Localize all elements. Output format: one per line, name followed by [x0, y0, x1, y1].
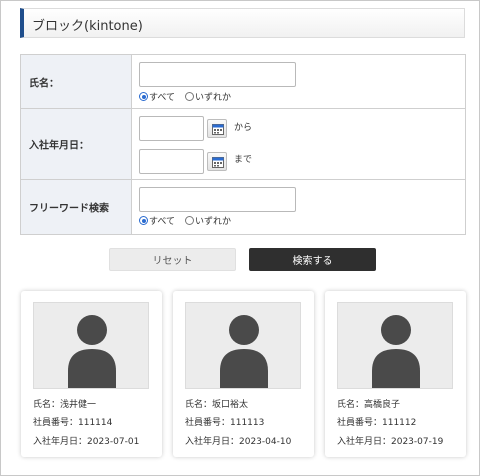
hire-date-to-input[interactable]: [139, 149, 204, 174]
freeword-label: フリーワード検索: [29, 203, 109, 215]
card-employee-no: 社員番号：111114: [33, 418, 113, 428]
freeword-label-cell: フリーワード検索: [21, 180, 132, 234]
hire-date-field-cell: から まで: [133, 109, 465, 179]
radio-unselected-icon[interactable]: [185, 216, 195, 225]
name-radio-all[interactable]: すべて: [139, 90, 175, 103]
freeword-row: フリーワード検索 すべて いずれか: [21, 180, 465, 234]
name-input[interactable]: [139, 62, 296, 87]
radio-unselected-icon[interactable]: [185, 92, 195, 101]
employee-card[interactable]: 氏名：坂口裕太 社員番号：111113 入社年月日：2023-04-10: [173, 291, 314, 457]
card-hire-date: 入社年月日：2023-04-10: [185, 437, 292, 447]
freeword-radio-any-label: いずれか: [195, 217, 232, 227]
card-name: 氏名：浅井健一: [33, 400, 97, 410]
hire-date-label-cell: 入社年月日：: [21, 109, 132, 179]
calendar-icon: [212, 124, 224, 135]
hire-date-from-input[interactable]: [139, 116, 204, 141]
avatar: [185, 302, 301, 389]
app-frame: ブロック(kintone) 氏名： すべて いずれか 入社年月日： から まで …: [0, 0, 480, 476]
page-title: ブロック(kintone): [32, 19, 143, 34]
search-button[interactable]: 検索する: [249, 248, 376, 271]
card-employee-no: 社員番号：111113: [185, 418, 265, 428]
name-radio-all-label: すべて: [149, 93, 176, 103]
hire-date-row: 入社年月日： から まで: [21, 109, 465, 180]
name-match-radio-group: すべて いずれか: [139, 90, 231, 103]
employee-card[interactable]: 氏名：浅井健一 社員番号：111114 入社年月日：2023-07-01: [21, 291, 162, 457]
avatar: [33, 302, 149, 389]
avatar: [337, 302, 453, 389]
block-header: ブロック(kintone): [20, 8, 465, 38]
card-name: 氏名：高橋良子: [337, 400, 401, 410]
hire-date-to-suffix: まで: [234, 155, 253, 165]
hire-date-from-suffix: から: [234, 123, 253, 133]
freeword-radio-all-label: すべて: [149, 217, 176, 227]
search-form: 氏名： すべて いずれか 入社年月日： から まで フリーワード検索 すべて い…: [20, 54, 466, 235]
name-field-cell: すべて いずれか: [133, 55, 465, 108]
hire-date-label: 入社年月日：: [29, 140, 89, 152]
freeword-field-cell: すべて いずれか: [133, 180, 465, 234]
person-placeholder-icon: [220, 315, 268, 388]
card-name: 氏名：坂口裕太: [185, 400, 249, 410]
hire-date-to-calendar-button[interactable]: [207, 152, 227, 171]
freeword-radio-all[interactable]: すべて: [139, 214, 175, 227]
card-hire-date: 入社年月日：2023-07-01: [33, 437, 140, 447]
person-placeholder-icon: [372, 315, 420, 388]
radio-selected-icon[interactable]: [139, 92, 148, 101]
name-radio-any-label: いずれか: [195, 93, 232, 103]
person-placeholder-icon: [68, 315, 116, 388]
card-hire-date: 入社年月日：2023-07-19: [337, 437, 444, 447]
calendar-icon: [212, 157, 224, 168]
reset-button[interactable]: リセット: [109, 248, 236, 271]
freeword-radio-any[interactable]: いずれか: [185, 214, 231, 227]
card-employee-no: 社員番号：111112: [337, 418, 417, 428]
freeword-input[interactable]: [139, 187, 296, 212]
name-row: 氏名： すべて いずれか: [21, 55, 465, 109]
employee-card[interactable]: 氏名：高橋良子 社員番号：111112 入社年月日：2023-07-19: [325, 291, 466, 457]
name-radio-any[interactable]: いずれか: [185, 90, 231, 103]
name-label: 氏名：: [29, 78, 59, 89]
radio-selected-icon[interactable]: [139, 216, 148, 225]
name-label-cell: 氏名：: [21, 55, 132, 108]
freeword-match-radio-group: すべて いずれか: [139, 214, 231, 227]
hire-date-from-calendar-button[interactable]: [207, 119, 227, 138]
